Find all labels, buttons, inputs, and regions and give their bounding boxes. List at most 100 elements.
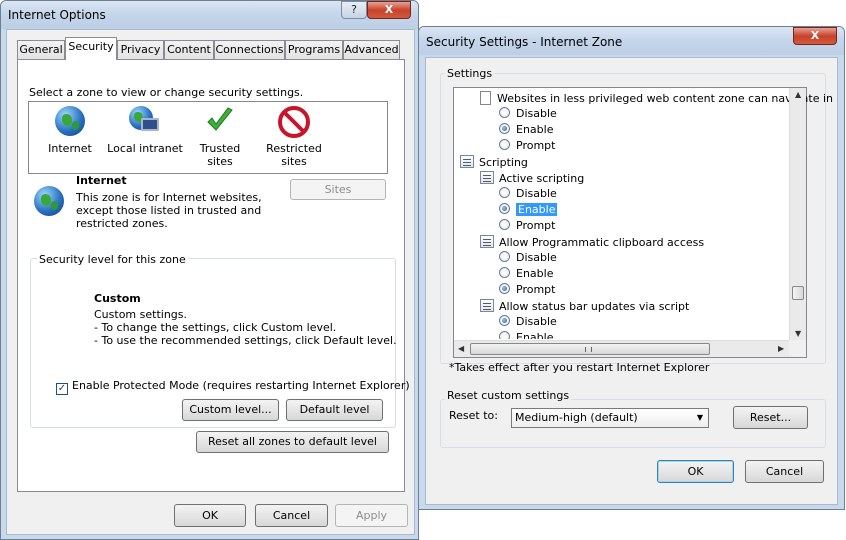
radio-disable[interactable]: Disable <box>499 107 557 120</box>
radio-icon[interactable] <box>499 203 510 214</box>
radio-disable[interactable]: Disable <box>499 315 557 328</box>
scroll-up-icon[interactable]: ▲ <box>795 90 801 99</box>
radio-icon[interactable] <box>499 107 510 118</box>
zone-trusted-sites[interactable]: Trusted sites <box>186 106 254 168</box>
cancel-button[interactable]: Cancel <box>745 460 824 483</box>
radio-icon[interactable] <box>499 251 510 262</box>
scroll-thumb[interactable] <box>470 343 710 355</box>
scroll-thumb[interactable] <box>792 286 804 300</box>
window-title: Internet Options <box>8 8 106 22</box>
level-name: Custom <box>94 292 141 305</box>
zone-restricted-sites[interactable]: Restricted sites <box>262 106 326 168</box>
reset-to-dropdown[interactable]: Medium-high (default) ▼ <box>511 408 709 428</box>
tree-item-clipboard-access[interactable]: Allow Programmatic clipboard access <box>480 235 704 249</box>
ok-button[interactable]: OK <box>174 504 246 527</box>
page-icon <box>480 91 491 105</box>
scroll-right-icon[interactable]: ▶ <box>778 344 784 353</box>
radio-icon[interactable] <box>499 267 510 278</box>
radio-label: Enable <box>516 203 558 216</box>
radio-label: Prompt <box>516 139 556 152</box>
radio-enable[interactable]: Enable <box>499 123 553 136</box>
radio-prompt[interactable]: Prompt <box>499 139 555 152</box>
intranet-icon <box>129 106 161 136</box>
close-button[interactable]: X <box>367 1 411 19</box>
help-button[interactable]: ? <box>341 1 367 19</box>
vertical-scrollbar[interactable]: ▲ ▼ <box>789 88 806 341</box>
zone-label: Trusted sites <box>199 142 241 168</box>
ok-button[interactable]: OK <box>657 460 734 483</box>
checkbox-icon[interactable]: ✓ <box>56 383 68 395</box>
radio-label: Disable <box>516 187 557 200</box>
radio-prompt[interactable]: Prompt <box>499 219 555 232</box>
radio-disable[interactable]: Disable <box>499 251 557 264</box>
reset-to-label: Reset to: <box>449 409 498 422</box>
internet-options-window: Internet Options ? X General Security Pr… <box>0 0 419 540</box>
radio-label: Prompt <box>516 219 556 232</box>
scroll-down-icon[interactable]: ▼ <box>795 329 801 338</box>
title-bar[interactable]: Security Settings - Internet Zone <box>419 27 844 55</box>
radio-icon[interactable] <box>499 315 510 326</box>
radio-prompt[interactable]: Prompt <box>499 283 555 296</box>
radio-enable[interactable]: Enable <box>499 331 553 339</box>
settings-category-icon <box>480 299 494 312</box>
sites-button[interactable]: Sites <box>290 179 386 200</box>
tree-item-websites-less-privileged[interactable]: Websites in less privileged web content … <box>480 91 833 105</box>
zone-label: Local intranet <box>107 142 183 155</box>
settings-label: Settings <box>445 67 495 80</box>
protected-mode-label: Enable Protected Mode (requires restarti… <box>72 379 410 392</box>
cancel-button[interactable]: Cancel <box>255 504 328 527</box>
security-level-label: Security level for this zone <box>37 253 188 266</box>
radio-icon[interactable] <box>499 219 510 230</box>
custom-level-button[interactable]: Custom level... <box>182 399 279 421</box>
radio-enable[interactable]: Enable <box>499 267 553 280</box>
protected-mode-checkbox[interactable]: ✓ Enable Protected Mode (requires restart… <box>56 379 410 395</box>
tree-label: Active scripting <box>499 172 585 185</box>
zone-internet[interactable]: Internet <box>36 106 104 155</box>
scroll-left-icon[interactable]: ◀ <box>458 344 464 353</box>
scroll-corner <box>789 340 806 357</box>
radio-icon[interactable] <box>499 331 510 339</box>
security-tab-panel: Select a zone to view or change security… <box>17 59 410 492</box>
tab-general[interactable]: General <box>17 40 65 59</box>
reset-group-label: Reset custom settings <box>445 389 572 402</box>
tab-connections[interactable]: Connections <box>214 40 285 59</box>
tree-label: Allow Programmatic clipboard access <box>499 236 705 249</box>
reset-button[interactable]: Reset... <box>733 406 808 429</box>
settings-category-icon <box>480 235 494 248</box>
level-description: Custom settings. - To change the setting… <box>94 308 397 347</box>
tab-privacy[interactable]: Privacy <box>117 40 164 59</box>
globe-icon <box>34 186 64 216</box>
tab-security[interactable]: Security <box>65 37 117 60</box>
radio-label: Disable <box>516 315 557 328</box>
radio-icon[interactable] <box>499 283 510 294</box>
radio-label: Enable <box>516 123 554 136</box>
zone-local-intranet[interactable]: Local intranet <box>106 106 184 155</box>
settings-tree: Websites in less privileged web content … <box>453 87 833 358</box>
radio-disable[interactable]: Disable <box>499 187 557 200</box>
radio-icon[interactable] <box>499 123 510 134</box>
tab-content[interactable]: Content <box>164 40 214 59</box>
tab-programs[interactable]: Programs <box>285 40 343 59</box>
zone-label: Restricted sites <box>266 142 322 168</box>
radio-label: Disable <box>516 251 557 264</box>
tree-item-active-scripting[interactable]: Active scripting <box>480 171 584 185</box>
tab-advanced[interactable]: Advanced <box>343 40 400 59</box>
tree-label: Websites in less privileged web content … <box>497 92 834 105</box>
restart-note: *Takes effect after you restart Internet… <box>449 361 710 374</box>
reset-to-value: Medium-high (default) <box>515 411 638 424</box>
checkmark-icon <box>207 107 233 131</box>
radio-enable[interactable]: Enable <box>499 203 558 216</box>
tree-item-scripting[interactable]: Scripting <box>460 155 528 169</box>
security-settings-window: Security Settings - Internet Zone X Sett… <box>418 26 845 510</box>
tree-label: Allow status bar updates via script <box>499 300 690 313</box>
reset-all-zones-button[interactable]: Reset all zones to default level <box>196 431 389 453</box>
radio-label: Enable <box>516 331 554 339</box>
radio-icon[interactable] <box>499 139 510 150</box>
default-level-button[interactable]: Default level <box>286 399 383 421</box>
radio-label: Enable <box>516 267 554 280</box>
tree-item-status-bar[interactable]: Allow status bar updates via script <box>480 299 689 313</box>
apply-button[interactable]: Apply <box>335 504 408 527</box>
horizontal-scrollbar[interactable]: ◀ ▶ <box>454 340 790 357</box>
close-button[interactable]: X <box>793 27 837 45</box>
radio-icon[interactable] <box>499 187 510 198</box>
